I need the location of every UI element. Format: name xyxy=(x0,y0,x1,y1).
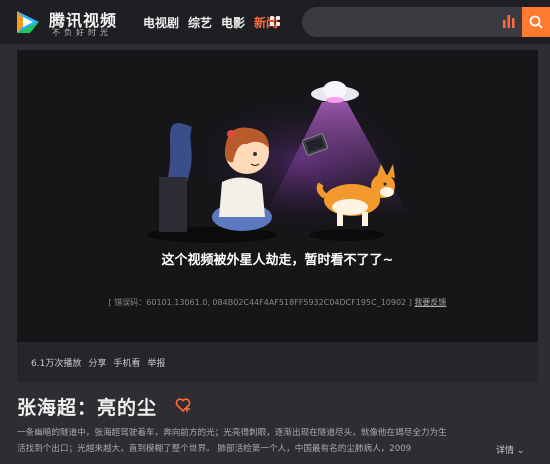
nav-item-tv[interactable]: 电视剧 xyxy=(143,14,179,31)
trending-bars-icon[interactable] xyxy=(503,15,515,28)
description-line: 一条幽暗的隧道中，张海超驾驶着车，奔向前方的光；光亮得刺眼，逐渐出现在隧道尽头，… xyxy=(17,428,447,438)
error-code: [ 错误码：60101.13061.0, 084B02C44F4AF518FF5… xyxy=(17,297,538,308)
search-input[interactable] xyxy=(302,7,522,37)
video-description: 一条幽暗的隧道中，张海超驾驶着车，奔向前方的光；光亮得刺眼，逐渐出现在隧道尽头，… xyxy=(17,425,517,457)
alien-abduction-illustration xyxy=(147,81,412,243)
report-button[interactable]: 举报 xyxy=(147,356,165,369)
error-message: 这个视频被外星人劫走，暂时看不了了~ xyxy=(161,253,394,268)
nav-item-movie[interactable]: 电影 xyxy=(221,14,245,31)
play-count: 6.1万次播放 xyxy=(31,358,82,369)
error-code-text: [ 错误码：60101.13061.0, 084B02C44F4AF518FF5… xyxy=(108,298,412,307)
main-nav: 电视剧 综艺 电影 新闻 xyxy=(143,14,278,31)
favorite-heart-icon[interactable] xyxy=(175,397,191,413)
detail-label: 详情 xyxy=(496,446,515,456)
share-button[interactable]: 分享 xyxy=(88,356,106,369)
video-player[interactable]: 这个视频被外星人劫走，暂时看不了了~ [ 错误码：60101.13061.0, … xyxy=(17,50,538,342)
video-title: 张海超：亮的尘 xyxy=(17,397,158,419)
tencent-video-logo-icon[interactable] xyxy=(14,8,42,36)
detail-toggle[interactable]: 详情 ⌄ xyxy=(490,443,525,456)
logo-slogan: 不负好时光 xyxy=(52,28,112,37)
top-header: 腾讯视频 不负好时光 电视剧 综艺 电影 新闻 xyxy=(0,0,550,44)
search-button[interactable] xyxy=(522,7,550,37)
nav-item-variety[interactable]: 综艺 xyxy=(188,14,212,31)
video-stats-bar: 6.1万次播放 分享 手机看 举报 xyxy=(17,342,538,382)
feedback-link[interactable]: 我要反馈 xyxy=(414,298,446,307)
grid-menu-icon[interactable] xyxy=(270,16,280,26)
mobile-watch-button[interactable]: 手机看 xyxy=(113,356,140,369)
chevron-down-icon: ⌄ xyxy=(516,446,525,456)
search-icon xyxy=(529,15,543,29)
description-line: 活找到个出口；光越来越大，直到模糊了整个世界。 肺部活检第一个人，中国最有名的尘… xyxy=(17,444,412,454)
